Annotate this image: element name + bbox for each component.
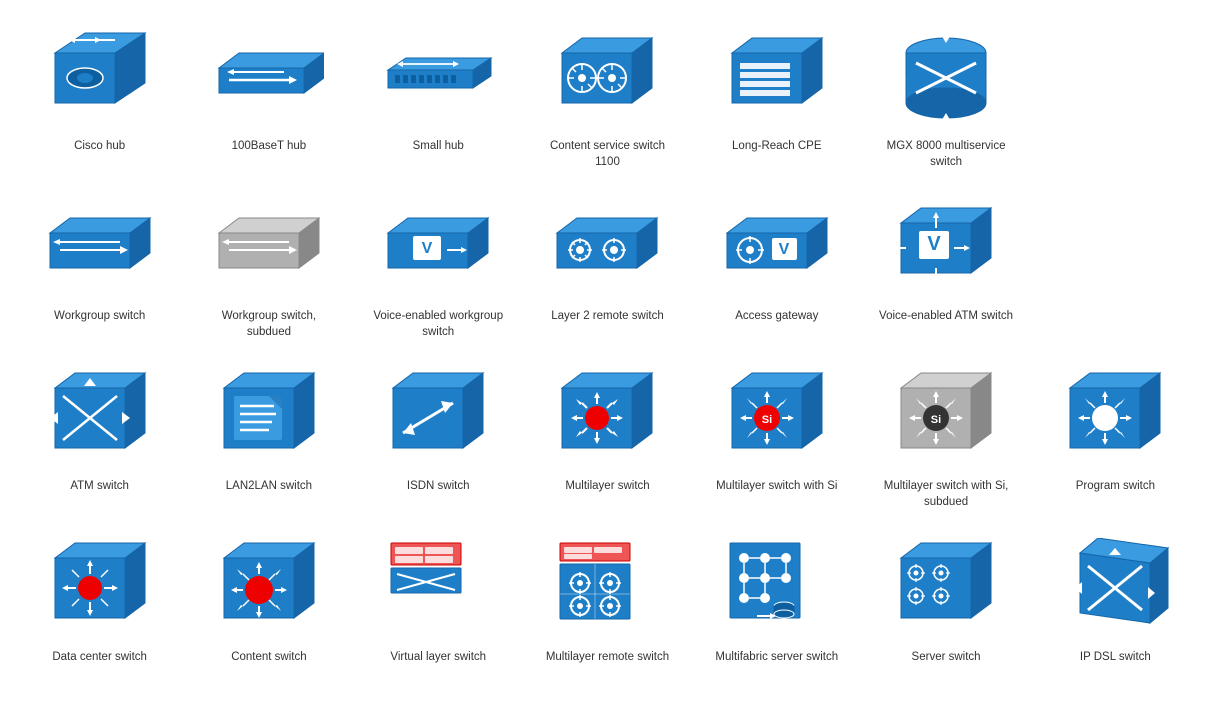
label-ip-dsl-switch: IP DSL switch — [1080, 649, 1151, 665]
item-small-hub[interactable]: Small hub — [359, 20, 518, 170]
label-lan2lan-switch: LAN2LAN switch — [226, 478, 312, 494]
item-lan2lan-switch[interactable]: LAN2LAN switch — [189, 360, 348, 510]
item-multilayer-switch-si[interactable]: Si Multilayer switch with Si — [697, 360, 856, 510]
label-multilayer-remote-switch: Multilayer remote switch — [546, 649, 669, 665]
label-access-gateway: Access gateway — [735, 308, 818, 324]
icon-voice-enabled-workgroup-switch: V — [373, 190, 503, 300]
item-atm-switch[interactable]: ATM switch — [20, 360, 179, 510]
item-mgx-8000[interactable]: MGX 8000 multiservice switch — [866, 20, 1025, 170]
icon-ip-dsl-switch — [1050, 531, 1180, 641]
icon-100baset-hub — [204, 20, 334, 130]
label-mgx-8000: MGX 8000 multiservice switch — [876, 138, 1016, 170]
icon-multilayer-remote-switch — [542, 531, 672, 641]
label-content-service-switch-1100: Content service switch 1100 — [537, 138, 677, 170]
icon-server-switch — [881, 531, 1011, 641]
item-content-service-switch-1100[interactable]: Content service switch 1100 — [528, 20, 687, 170]
svg-text:V: V — [422, 240, 433, 257]
label-virtual-layer-switch: Virtual layer switch — [390, 649, 486, 665]
label-workgroup-switch: Workgroup switch — [54, 308, 145, 324]
item-ip-dsl-switch[interactable]: IP DSL switch — [1036, 531, 1195, 665]
spacer-1 — [1036, 20, 1195, 170]
item-server-switch[interactable]: Server switch — [866, 531, 1025, 665]
label-content-switch: Content switch — [231, 649, 306, 665]
label-isdn-switch: ISDN switch — [407, 478, 470, 494]
label-100baset-hub: 100BaseT hub — [232, 138, 307, 154]
label-server-switch: Server switch — [912, 649, 981, 665]
item-virtual-layer-switch[interactable]: Virtual layer switch — [359, 531, 518, 665]
item-workgroup-switch[interactable]: Workgroup switch — [20, 190, 179, 340]
icon-multifabric-server-switch — [712, 531, 842, 641]
label-atm-switch: ATM switch — [70, 478, 129, 494]
label-voice-enabled-atm-switch: Voice-enabled ATM switch — [879, 308, 1013, 324]
item-voice-enabled-atm-switch[interactable]: V Voice-enabled ATM switch — [866, 190, 1025, 340]
svg-text:Si: Si — [931, 414, 941, 426]
icon-mgx-8000 — [881, 20, 1011, 130]
icon-grid: Cisco hub 100BaseT hub — [20, 20, 1195, 665]
icon-cisco-hub — [35, 20, 165, 130]
icon-workgroup-switch — [35, 190, 165, 300]
item-program-switch[interactable]: Program switch — [1036, 360, 1195, 510]
icon-atm-switch — [35, 360, 165, 470]
item-data-center-switch[interactable]: Data center switch — [20, 531, 179, 665]
icon-virtual-layer-switch — [373, 531, 503, 641]
label-program-switch: Program switch — [1076, 478, 1155, 494]
icon-data-center-switch — [35, 531, 165, 641]
icon-workgroup-switch-subdued — [204, 190, 334, 300]
item-layer-2-remote-switch[interactable]: Layer 2 remote switch — [528, 190, 687, 340]
item-access-gateway[interactable]: V Access gateway — [697, 190, 856, 340]
icon-multilayer-switch-si-subdued: Si — [881, 360, 1011, 470]
label-workgroup-switch-subdued: Workgroup switch, subdued — [199, 308, 339, 340]
item-cisco-hub[interactable]: Cisco hub — [20, 20, 179, 170]
label-multifabric-server-switch: Multifabric server switch — [715, 649, 838, 665]
svg-text:V: V — [927, 233, 941, 255]
label-cisco-hub: Cisco hub — [74, 138, 125, 154]
icon-layer-2-remote-switch — [542, 190, 672, 300]
label-multilayer-switch: Multilayer switch — [565, 478, 649, 494]
label-data-center-switch: Data center switch — [52, 649, 147, 665]
item-multilayer-remote-switch[interactable]: Multilayer remote switch — [528, 531, 687, 665]
item-content-switch[interactable]: Content switch — [189, 531, 348, 665]
icon-program-switch — [1050, 360, 1180, 470]
item-multilayer-switch[interactable]: Multilayer switch — [528, 360, 687, 510]
label-multilayer-switch-si-subdued: Multilayer switch with Si, subdued — [876, 478, 1016, 510]
item-multifabric-server-switch[interactable]: Multifabric server switch — [697, 531, 856, 665]
svg-text:V: V — [778, 241, 789, 258]
label-small-hub: Small hub — [413, 138, 464, 154]
item-multilayer-switch-si-subdued[interactable]: Si Multilayer switch with Si, s — [866, 360, 1025, 510]
icon-long-reach-cpe — [712, 20, 842, 130]
label-multilayer-switch-si: Multilayer switch with Si — [716, 478, 837, 494]
icon-lan2lan-switch — [204, 360, 334, 470]
svg-text:Si: Si — [762, 414, 772, 426]
icon-isdn-switch — [373, 360, 503, 470]
item-isdn-switch[interactable]: ISDN switch — [359, 360, 518, 510]
icon-multilayer-switch-si: Si — [712, 360, 842, 470]
icon-content-service-switch-1100 — [542, 20, 672, 130]
label-layer-2-remote-switch: Layer 2 remote switch — [551, 308, 664, 324]
icon-voice-enabled-atm-switch: V — [881, 190, 1011, 300]
icon-multilayer-switch — [542, 360, 672, 470]
item-voice-enabled-workgroup-switch[interactable]: V Voice-enabled workgroup switch — [359, 190, 518, 340]
spacer-2 — [1036, 190, 1195, 340]
item-long-reach-cpe[interactable]: Long-Reach CPE — [697, 20, 856, 170]
label-long-reach-cpe: Long-Reach CPE — [732, 138, 822, 154]
icon-content-switch — [204, 531, 334, 641]
item-100baset-hub[interactable]: 100BaseT hub — [189, 20, 348, 170]
icon-small-hub — [373, 20, 503, 130]
icon-access-gateway: V — [712, 190, 842, 300]
item-workgroup-switch-subdued[interactable]: Workgroup switch, subdued — [189, 190, 348, 340]
label-voice-enabled-workgroup-switch: Voice-enabled workgroup switch — [368, 308, 508, 340]
